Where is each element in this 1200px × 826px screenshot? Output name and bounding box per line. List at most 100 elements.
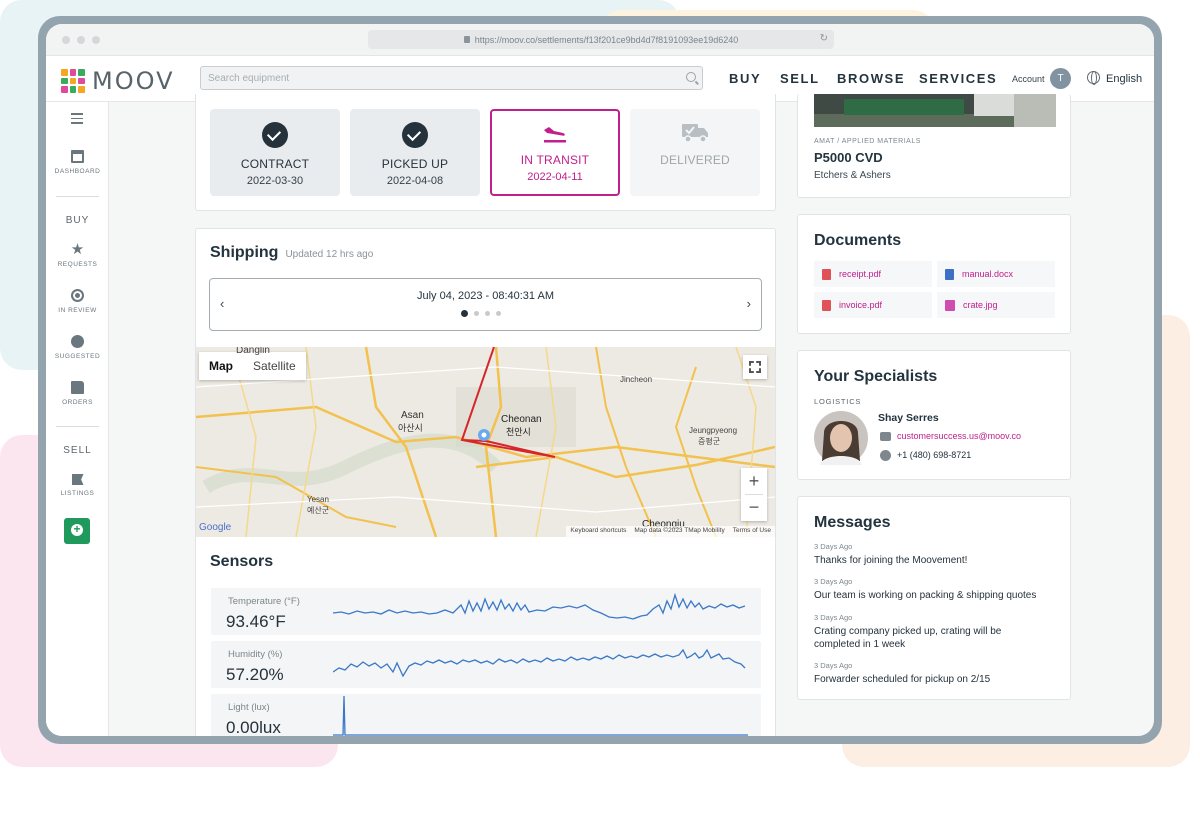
window-maximize-dot[interactable] <box>92 36 100 44</box>
document-item[interactable]: manual.docx <box>937 261 1055 287</box>
shipping-map[interactable]: Map Satellite Danglin Asan 아산시 Cheonan 천… <box>196 347 775 537</box>
document-link[interactable]: invoice.pdf <box>839 300 882 310</box>
nav-sell[interactable]: SELL <box>780 71 820 86</box>
globe-icon[interactable] <box>1087 71 1100 85</box>
moov-logo[interactable]: MOOV <box>61 67 174 95</box>
nav-browse[interactable]: BROWSE <box>837 71 905 86</box>
sidebar-label-orders: ORDERS <box>62 399 93 406</box>
map-label-danglin: Danglin <box>236 347 270 356</box>
document-item[interactable]: receipt.pdf <box>814 261 932 287</box>
nav-buy[interactable]: BUY <box>729 71 761 86</box>
truck-check-icon <box>682 124 708 143</box>
specialists-card: Your Specialists LOGISTICS Shay Serres c… <box>797 350 1071 480</box>
window-close-dot[interactable] <box>62 36 70 44</box>
reload-icon[interactable]: ↻ <box>820 33 828 44</box>
document-link[interactable]: crate.jpg <box>963 300 998 310</box>
carousel-dot[interactable] <box>474 311 479 316</box>
equipment-card: AMAT / APPLIED MATERIALS P5000 CVD Etche… <box>797 94 1071 198</box>
sensor-value: 0.00lux <box>226 718 281 736</box>
logo-mark-icon <box>61 69 85 93</box>
map-tab[interactable]: Map <box>199 352 243 380</box>
window-minimize-dot[interactable] <box>77 36 85 44</box>
status-step-picked-up: PICKED UP 2022-04-08 <box>350 109 480 196</box>
sensor-label: Humidity (%) <box>228 649 283 660</box>
check-circle-icon <box>262 122 288 148</box>
account-link[interactable]: Account <box>1012 74 1045 84</box>
address-bar[interactable]: https://moov.co/settlements/f13f201ce9bd… <box>368 30 834 49</box>
document-item[interactable]: crate.jpg <box>937 292 1055 318</box>
sidebar-item-orders[interactable]: ORDERS <box>46 381 109 406</box>
zoom-out-button[interactable]: − <box>741 495 767 521</box>
carousel-dot[interactable] <box>496 311 501 316</box>
sidebar-item-in-review[interactable]: IN REVIEW <box>46 289 109 314</box>
message-time: 3 Days Ago <box>814 661 853 670</box>
status-step-label: DELIVERED <box>660 153 730 167</box>
zoom-control: + − <box>741 468 767 521</box>
specialist-phone[interactable]: +1 (480) 698-8721 <box>897 450 971 460</box>
message-item[interactable]: 3 Days Ago Forwarder scheduled for picku… <box>814 661 1054 686</box>
sidebar-item-dashboard[interactable]: DASHBOARD <box>46 150 109 175</box>
sensors-title: Sensors <box>210 553 274 570</box>
documents-card: Documents receipt.pdf manual.docx invoic… <box>797 214 1071 334</box>
sensor-value: 93.46°F <box>226 612 286 631</box>
document-item[interactable]: invoice.pdf <box>814 292 932 318</box>
zoom-in-button[interactable]: + <box>741 468 767 494</box>
search-icon[interactable] <box>686 72 696 82</box>
keyboard-shortcuts-link[interactable]: Keyboard shortcuts <box>570 527 626 536</box>
sensor-row-humidity: Humidity (%) 57.20% <box>211 641 761 688</box>
message-text: Our team is working on packing & shippin… <box>814 590 1037 601</box>
equipment-photo <box>814 94 1056 127</box>
map-label-asan: Asan <box>401 410 424 421</box>
sidebar-section-buy: BUY <box>65 215 90 226</box>
message-text: Forwarder scheduled for pickup on 2/15 <box>814 674 991 685</box>
map-label-cheonan-kr: 천안시 <box>506 427 531 437</box>
language-selector[interactable]: English <box>1106 73 1142 85</box>
equipment-model[interactable]: P5000 CVD <box>814 150 883 165</box>
message-time: 3 Days Ago <box>814 613 853 622</box>
shipping-card: Shipping Updated 12 hrs ago ‹ July 04, 2… <box>195 228 776 736</box>
map-data-text: Map data ©2023 TMap Mobility <box>634 527 725 534</box>
carousel-dot-active[interactable] <box>461 310 468 317</box>
sidebar-label-suggested: SUGGESTED <box>54 353 101 360</box>
sensor-label: Light (lux) <box>228 702 270 713</box>
specialist-email[interactable]: customersuccess.us@moov.co <box>897 431 1021 441</box>
nav-services[interactable]: SERVICES <box>919 71 997 86</box>
chevron-right-icon[interactable]: › <box>747 296 751 311</box>
flag-icon <box>71 474 84 485</box>
satellite-tab[interactable]: Satellite <box>243 352 306 380</box>
terms-link[interactable]: Terms of Use <box>733 527 771 536</box>
message-item[interactable]: 3 Days Ago Our team is working on packin… <box>814 577 1054 602</box>
document-link[interactable]: receipt.pdf <box>839 269 881 279</box>
equipment-category: Etchers & Ashers <box>814 170 891 181</box>
user-avatar[interactable]: T <box>1050 68 1071 89</box>
status-step-date: 2022-04-11 <box>527 171 583 183</box>
browser-window: https://moov.co/settlements/f13f201ce9bd… <box>46 24 1154 736</box>
folder-icon <box>71 381 84 394</box>
document-link[interactable]: manual.docx <box>962 269 1013 279</box>
humidity-sparkline <box>333 648 746 678</box>
menu-icon[interactable] <box>71 113 83 127</box>
shipping-updated: Updated 12 hrs ago <box>285 249 374 260</box>
fullscreen-icon[interactable] <box>743 355 767 379</box>
sidebar-item-suggested[interactable]: SUGGESTED <box>46 335 109 360</box>
sidebar-item-listings[interactable]: LISTINGS <box>46 474 109 497</box>
sensor-value: 57.20% <box>226 665 284 684</box>
add-listing-button[interactable] <box>64 518 90 544</box>
sidebar-label-requests: REQUESTS <box>57 261 98 268</box>
lock-icon <box>463 36 470 43</box>
status-step-delivered: DELIVERED <box>630 109 760 196</box>
message-time: 3 Days Ago <box>814 542 853 551</box>
documents-title: Documents <box>814 232 902 249</box>
map-label-asan-kr: 아산시 <box>398 423 423 433</box>
map-type-control: Map Satellite <box>199 352 306 380</box>
carousel-dot[interactable] <box>485 311 490 316</box>
message-item[interactable]: 3 Days Ago Crating company picked up, cr… <box>814 613 1024 651</box>
message-text: Crating company picked up, crating will … <box>814 626 1002 650</box>
google-logo: Google <box>199 522 232 533</box>
equipment-maker: AMAT / APPLIED MATERIALS <box>814 138 921 145</box>
map-attribution: Keyboard shortcuts Map data ©2023 TMap M… <box>566 526 775 537</box>
search-input[interactable] <box>201 67 671 89</box>
sidebar-item-requests[interactable]: ★ REQUESTS <box>46 242 109 268</box>
specialists-title: Your Specialists <box>814 368 938 385</box>
message-item[interactable]: 3 Days Ago Thanks for joining the Moovem… <box>814 542 1054 567</box>
